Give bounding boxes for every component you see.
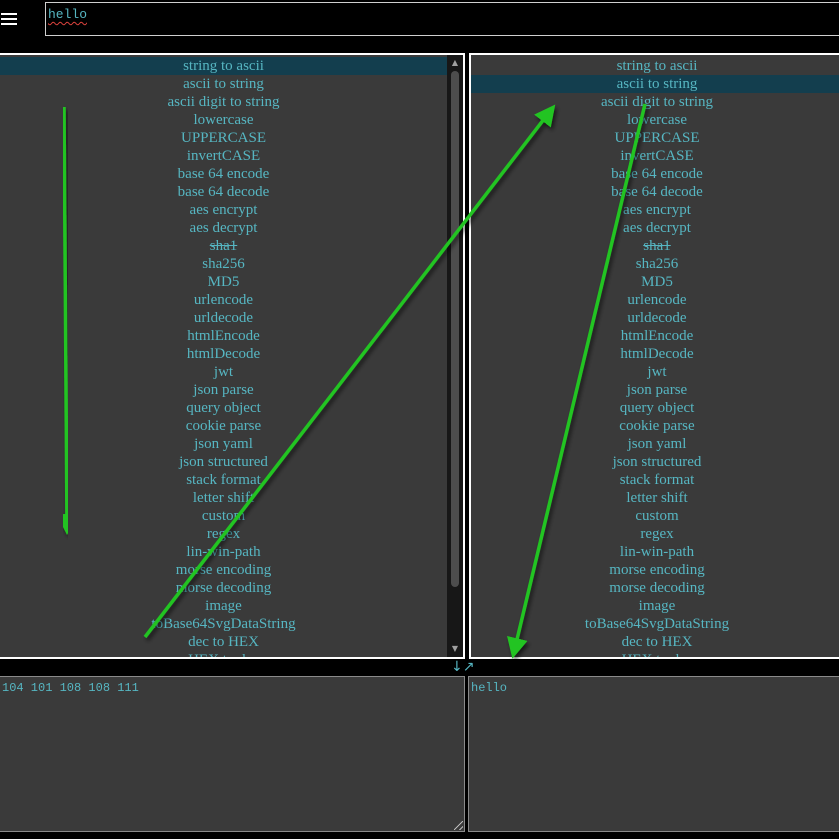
right-list-item[interactable]: regex	[471, 525, 839, 543]
left-list-item[interactable]: aes decrypt	[0, 219, 447, 237]
left-list-item[interactable]: morse decoding	[0, 579, 447, 597]
left-list-item[interactable]: ascii to string	[0, 75, 447, 93]
swap-arrows-icon[interactable]: ↓↗	[451, 659, 475, 676]
left-list-item[interactable]: custom	[0, 507, 447, 525]
right-list-item[interactable]: base 64 decode	[471, 183, 839, 201]
left-list-scrollbar[interactable]: ▲ ▼	[447, 55, 463, 657]
left-list-item[interactable]: UPPERCASE	[0, 129, 447, 147]
right-list-item[interactable]: toBase64SvgDataString	[471, 615, 839, 633]
right-list-item[interactable]: morse encoding	[471, 561, 839, 579]
left-list-item[interactable]: json yaml	[0, 435, 447, 453]
left-list-item[interactable]: urldecode	[0, 309, 447, 327]
right-list-item[interactable]: urlencode	[471, 291, 839, 309]
right-list-item[interactable]: htmlDecode	[471, 345, 839, 363]
left-list-item[interactable]: sha1	[0, 237, 447, 255]
right-output-value: hello	[471, 681, 508, 695]
right-list-item[interactable]: morse decoding	[471, 579, 839, 597]
right-list-item[interactable]: urldecode	[471, 309, 839, 327]
right-list-item[interactable]: htmlEncode	[471, 327, 839, 345]
right-list-item[interactable]: stack format	[471, 471, 839, 489]
left-list-item[interactable]: dec to HEX	[0, 633, 447, 651]
left-list-item[interactable]: json structured	[0, 453, 447, 471]
left-list-item[interactable]: ascii digit to string	[0, 93, 447, 111]
left-list-item[interactable]: cookie parse	[0, 417, 447, 435]
right-list-item[interactable]: json parse	[471, 381, 839, 399]
input-text-field[interactable]: hello	[45, 2, 839, 36]
right-list-item[interactable]: json yaml	[471, 435, 839, 453]
right-list-item[interactable]: lin-win-path	[471, 543, 839, 561]
left-list-item[interactable]: urlencode	[0, 291, 447, 309]
left-list-item[interactable]: morse encoding	[0, 561, 447, 579]
right-list-item[interactable]: ascii to string	[471, 75, 839, 93]
left-list-item[interactable]: string to ascii	[0, 57, 447, 75]
resize-grip-icon[interactable]	[454, 821, 463, 830]
left-list-item[interactable]: json parse	[0, 381, 447, 399]
left-list-item[interactable]: aes encrypt	[0, 201, 447, 219]
right-list-item[interactable]: HEX to dec	[471, 651, 839, 657]
left-list-item[interactable]: HEX to dec	[0, 651, 447, 657]
right-list-item[interactable]: jwt	[471, 363, 839, 381]
right-list-item[interactable]: sha256	[471, 255, 839, 273]
scroll-down-arrow-icon[interactable]: ▼	[447, 641, 463, 657]
right-list-item[interactable]: aes encrypt	[471, 201, 839, 219]
right-list-item[interactable]: aes decrypt	[471, 219, 839, 237]
left-list-item[interactable]: htmlEncode	[0, 327, 447, 345]
right-list-item[interactable]: string to ascii	[471, 57, 839, 75]
right-list-item[interactable]: ascii digit to string	[471, 93, 839, 111]
left-output-value: 104 101 108 108 111	[2, 681, 139, 695]
right-list-item[interactable]: MD5	[471, 273, 839, 291]
left-list-item[interactable]: lin-win-path	[0, 543, 447, 561]
left-list-item[interactable]: base 64 decode	[0, 183, 447, 201]
scroll-up-arrow-icon[interactable]: ▲	[447, 55, 463, 71]
scroll-thumb[interactable]	[451, 71, 459, 587]
left-list-item[interactable]: htmlDecode	[0, 345, 447, 363]
right-list-item[interactable]: image	[471, 597, 839, 615]
right-list-item[interactable]: sha1	[471, 237, 839, 255]
left-transform-options: string to ascii ascii to string ascii digi…	[0, 57, 447, 657]
right-list-item[interactable]: invertCASE	[471, 147, 839, 165]
input-text-value: hello	[48, 7, 88, 22]
left-transform-list[interactable]: string to ascii ascii to string ascii digi…	[0, 53, 465, 659]
right-list-item[interactable]: dec to HEX	[471, 633, 839, 651]
right-list-item[interactable]: json structured	[471, 453, 839, 471]
left-list-item[interactable]: sha256	[0, 255, 447, 273]
left-list-item[interactable]: lowercase	[0, 111, 447, 129]
right-output-textarea[interactable]: hello	[468, 676, 839, 832]
right-list-item[interactable]: lowercase	[471, 111, 839, 129]
right-transform-list[interactable]: string to ascii ascii to string ascii digi…	[469, 53, 839, 659]
left-list-item[interactable]: stack format	[0, 471, 447, 489]
left-list-item[interactable]: jwt	[0, 363, 447, 381]
left-list-item[interactable]: base 64 encode	[0, 165, 447, 183]
right-list-item[interactable]: base 64 encode	[471, 165, 839, 183]
left-list-item[interactable]: toBase64SvgDataString	[0, 615, 447, 633]
left-list-item[interactable]: invertCASE	[0, 147, 447, 165]
right-transform-options: string to ascii ascii to string ascii digi…	[471, 57, 839, 657]
left-list-item[interactable]: MD5	[0, 273, 447, 291]
left-list-item[interactable]: query object	[0, 399, 447, 417]
right-list-item[interactable]: query object	[471, 399, 839, 417]
right-list-item[interactable]: cookie parse	[471, 417, 839, 435]
right-list-item[interactable]: custom	[471, 507, 839, 525]
hamburger-menu-icon[interactable]	[0, 0, 21, 38]
left-output-textarea[interactable]: 104 101 108 108 111	[0, 676, 465, 832]
left-list-item[interactable]: image	[0, 597, 447, 615]
right-list-item[interactable]: letter shift	[471, 489, 839, 507]
left-list-item[interactable]: letter shift	[0, 489, 447, 507]
right-list-item[interactable]: UPPERCASE	[471, 129, 839, 147]
left-list-item[interactable]: regex	[0, 525, 447, 543]
app-root: hello string to ascii ascii to string asci…	[0, 0, 839, 839]
